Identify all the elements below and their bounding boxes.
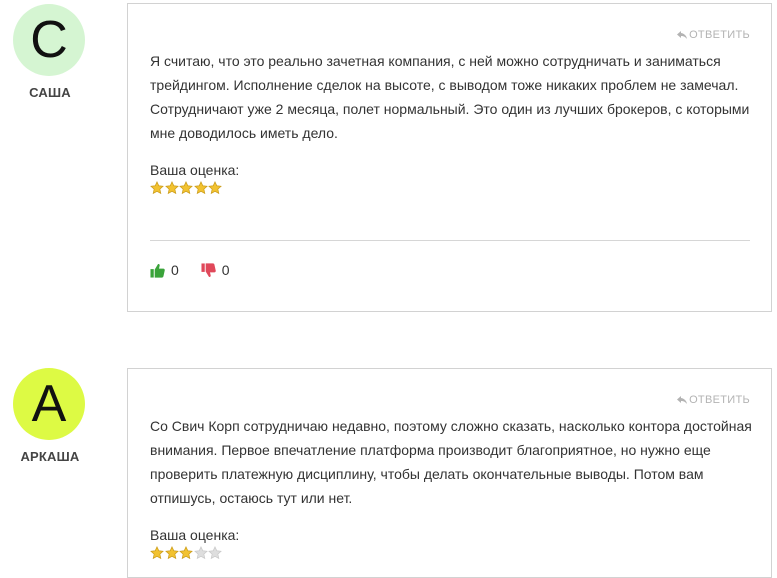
review-card: ОТВЕТИТЬ Я считаю, что это реально зачет…	[127, 3, 772, 312]
rating-label: Ваша оценка:	[150, 527, 240, 543]
reply-button[interactable]: ОТВЕТИТЬ	[677, 394, 750, 406]
reply-label: ОТВЕТИТЬ	[689, 29, 750, 41]
star-filled-icon	[150, 181, 164, 195]
star-filled-icon	[150, 546, 164, 560]
rating-label: Ваша оценка:	[150, 162, 240, 178]
star-filled-icon	[164, 181, 179, 195]
reply-label: ОТВЕТИТЬ	[689, 394, 750, 406]
avatar: А	[13, 368, 85, 440]
author-name: АРКАША	[20, 449, 80, 464]
dislike-button[interactable]: 0	[201, 262, 230, 278]
avatar-letter: А	[31, 375, 67, 433]
rating-stars	[150, 546, 223, 560]
star-filled-icon	[179, 546, 193, 560]
avatar-letter: С	[30, 11, 68, 69]
like-count: 0	[171, 262, 179, 278]
divider	[150, 240, 750, 241]
reply-button[interactable]: ОТВЕТИТЬ	[677, 29, 750, 41]
star-empty-icon	[193, 546, 208, 560]
dislike-count: 0	[221, 262, 230, 278]
rating-stars	[150, 181, 223, 195]
star-empty-icon	[208, 546, 222, 560]
like-button[interactable]: 0	[150, 262, 179, 278]
review-text: Я считаю, что это реально зачетная компа…	[150, 53, 750, 141]
review-author: С САША	[13, 4, 87, 100]
author-name: САША	[29, 85, 71, 100]
star-filled-icon	[164, 546, 179, 560]
review-author: А АРКАША	[13, 368, 87, 464]
avatar: С	[13, 4, 85, 76]
vote-bar: 0 0	[150, 262, 252, 278]
review-card: ОТВЕТИТЬ Со Свич Корп сотрудничаю недавн…	[127, 368, 772, 578]
reply-icon	[677, 30, 688, 39]
reply-icon	[677, 395, 688, 404]
star-filled-icon	[193, 181, 208, 195]
thumbs-down-icon	[201, 262, 216, 277]
star-filled-icon	[208, 181, 222, 195]
star-filled-icon	[179, 181, 193, 195]
review-text: Со Свич Корп сотрудничаю недавно, поэтом…	[150, 418, 752, 506]
thumbs-up-icon	[150, 263, 165, 278]
